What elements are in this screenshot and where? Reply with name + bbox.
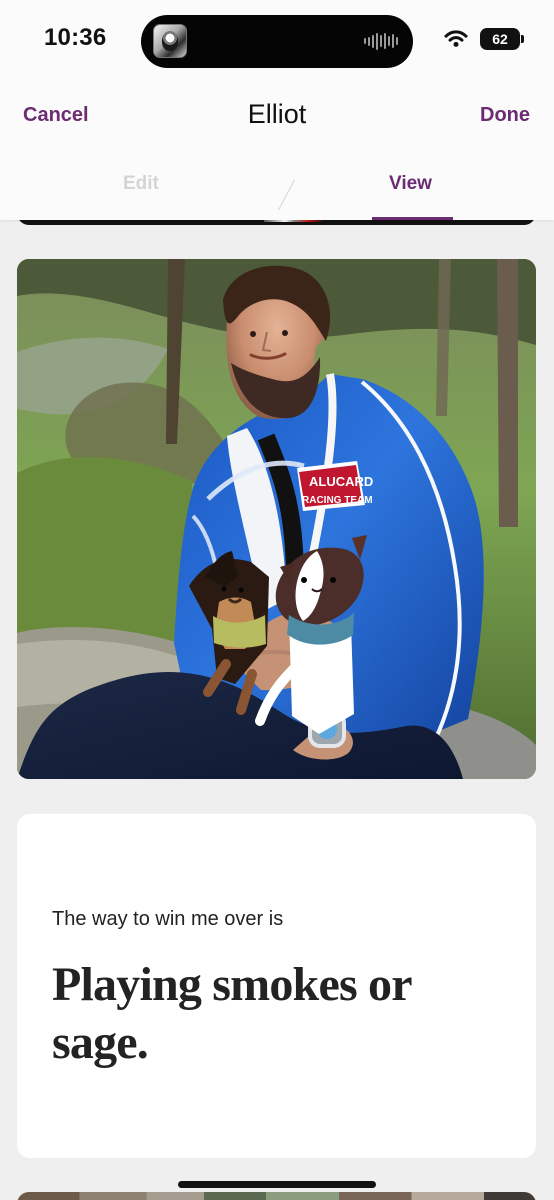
next-photo-card-edge <box>17 1192 536 1200</box>
jacket-logo-line2: RACING TEAM <box>302 495 373 506</box>
jacket-logo-line1: ALUCARD <box>309 474 373 489</box>
prompt-answer: Playing smokes or sage. <box>52 958 412 1069</box>
tab-view[interactable]: View <box>389 173 432 195</box>
battery-icon: 62 <box>480 28 524 50</box>
tab-edit[interactable]: Edit <box>123 173 159 195</box>
navigation-header: Cancel Elliot Done <box>0 84 554 149</box>
prompt-card[interactable]: The way to win me over is Playing smokes… <box>17 814 536 1158</box>
profile-photo-card[interactable]: ALUCARD RACING TEAM <box>17 259 536 779</box>
home-indicator[interactable] <box>178 1181 376 1188</box>
prompt-question: The way to win me over is <box>52 908 284 930</box>
now-playing-thumbnail <box>153 24 187 58</box>
status-bar: 10:36 62 <box>0 0 554 84</box>
wifi-icon <box>444 30 468 48</box>
done-button[interactable]: Done <box>480 104 530 127</box>
audio-wave-icon <box>364 32 398 50</box>
page-title: Elliot <box>247 99 307 129</box>
profile-preview-screen: 10:36 62 Cancel Elliot Done Edit View AL… <box>0 0 554 1200</box>
dynamic-island <box>141 15 413 68</box>
status-time: 10:36 <box>44 24 107 51</box>
status-indicators: 62 <box>444 28 524 50</box>
profile-photo: ALUCARD RACING TEAM <box>17 259 536 779</box>
edit-view-tabs: Edit View <box>0 149 554 220</box>
active-tab-indicator <box>372 217 453 220</box>
tab-divider <box>260 180 295 210</box>
